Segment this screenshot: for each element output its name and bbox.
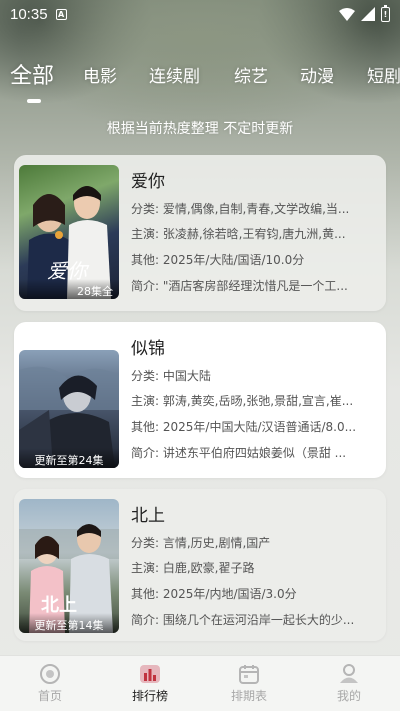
tab-movie[interactable]: 电影 bbox=[83, 62, 117, 87]
item-category: 分类: 爱情,偶像,自制,青春,文学改编,当... bbox=[131, 202, 350, 216]
profile-icon bbox=[338, 664, 360, 684]
nav-ranking[interactable]: 排行榜 bbox=[120, 664, 180, 704]
tab-all[interactable]: 全部 bbox=[10, 62, 54, 90]
page-subtitle: 根据当前热度整理 不定时更新 bbox=[106, 121, 294, 137]
tab-indicator bbox=[27, 99, 41, 103]
poster-image[interactable]: 更新至第24集 bbox=[19, 350, 119, 468]
tab-short-drama[interactable]: 短剧 bbox=[367, 62, 400, 87]
item-cast: 主演: 郭涛,黄奕,岳旸,张弛,景甜,宣言,崔... bbox=[131, 394, 354, 408]
episode-badge: 更新至第24集 bbox=[19, 448, 119, 468]
nav-schedule[interactable]: 排期表 bbox=[219, 664, 279, 704]
calendar-icon bbox=[238, 664, 260, 684]
list-item[interactable]: 爱你 28集全 爱你 分类: 爱情,偶像,自制,青春,文学改编,当... 主演:… bbox=[14, 155, 386, 311]
item-intro: 简介: "酒店客房部经理沈惜凡是一个工... bbox=[131, 279, 348, 293]
ranking-icon bbox=[139, 664, 161, 684]
item-cast: 主演: 白鹿,欧豪,翟子路 bbox=[131, 561, 255, 575]
item-intro: 简介: 讲述东平伯府四姑娘姜似（景甜 ... bbox=[131, 446, 347, 460]
status-time: 10:35 bbox=[10, 5, 48, 23]
item-other: 其他: 2025年/内地/国语/3.0分 bbox=[131, 587, 297, 601]
poster-image[interactable]: 北上 更新至第14集 bbox=[19, 499, 119, 633]
nav-home[interactable]: 首页 bbox=[20, 664, 80, 704]
home-icon bbox=[39, 664, 61, 684]
item-category: 分类: 中国大陆 bbox=[131, 369, 211, 383]
item-cast: 主演: 张凌赫,徐若晗,王宥钧,唐九洲,黄... bbox=[131, 227, 346, 241]
nav-profile[interactable]: 我的 bbox=[319, 664, 379, 704]
battery-icon: ! bbox=[381, 4, 390, 22]
status-bar: 10:35 A ! bbox=[0, 0, 400, 28]
poster-image[interactable]: 爱你 28集全 bbox=[19, 165, 119, 299]
item-intro: 简介: 围绕几个在运河沿岸一起长大的少... bbox=[131, 613, 355, 627]
category-tabs: 全部 电影 连续剧 综艺 动漫 短剧 bbox=[0, 62, 400, 102]
tab-anime[interactable]: 动漫 bbox=[300, 62, 334, 87]
nav-ranking-label: 排行榜 bbox=[131, 689, 168, 703]
nav-home-label: 首页 bbox=[37, 689, 62, 703]
item-title: 似锦 bbox=[131, 339, 165, 359]
nav-schedule-label: 排期表 bbox=[230, 689, 267, 703]
nav-profile-label: 我的 bbox=[336, 689, 361, 703]
item-title: 北上 bbox=[131, 506, 165, 526]
item-other: 其他: 2025年/中国大陆/汉语普通话/8.0... bbox=[131, 420, 357, 434]
item-category: 分类: 言情,历史,剧情,国产 bbox=[131, 536, 271, 550]
episode-badge: 28集全 bbox=[19, 279, 119, 299]
list-item[interactable]: 更新至第24集 似锦 分类: 中国大陆 主演: 郭涛,黄奕,岳旸,张弛,景甜,宣… bbox=[14, 322, 386, 478]
list-item[interactable]: 北上 更新至第14集 北上 分类: 言情,历史,剧情,国产 主演: 白鹿,欧豪,… bbox=[14, 489, 386, 641]
item-other: 其他: 2025年/大陆/国语/10.0分 bbox=[131, 253, 305, 267]
tab-variety[interactable]: 综艺 bbox=[234, 62, 268, 87]
wifi-icon bbox=[339, 7, 355, 21]
signal-icon bbox=[361, 7, 375, 21]
episode-badge: 更新至第14集 bbox=[19, 613, 119, 633]
bottom-nav: 首页 排行榜 排期表 我的 bbox=[0, 655, 400, 711]
sim-icon: A bbox=[55, 8, 67, 20]
item-title: 爱你 bbox=[131, 172, 165, 192]
tab-series[interactable]: 连续剧 bbox=[149, 62, 200, 87]
